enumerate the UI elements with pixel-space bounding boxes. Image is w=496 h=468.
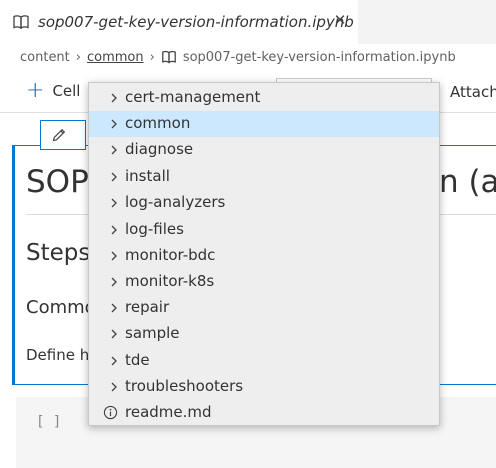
dropdown-item-label: install — [125, 167, 170, 185]
dropdown-item-label: log-analyzers — [125, 193, 226, 211]
add-cell-button[interactable]: + Cell — [26, 80, 80, 102]
add-cell-label: Cell — [52, 82, 81, 100]
tab-title: sop007-get-key-version-information.ipynb — [38, 13, 354, 31]
dropdown-item[interactable]: sample — [89, 321, 439, 347]
dropdown-item[interactable]: monitor-k8s — [89, 269, 439, 295]
dropdown-item-label: readme.md — [125, 403, 212, 421]
chevron-right-icon — [111, 145, 117, 155]
cell-common-heading: Commo — [26, 297, 96, 318]
dropdown-item-label: sample — [125, 324, 180, 342]
breadcrumb-item-file[interactable]: sop007-get-key-version-information.ipynb — [183, 50, 456, 65]
attach-to-label[interactable]: Attach — [450, 83, 496, 101]
cell-heading: SOP — [26, 164, 89, 200]
dropdown-item[interactable]: log-analyzers — [89, 190, 439, 216]
dropdown-item[interactable]: repair — [89, 295, 439, 321]
dropdown-item-label: troubleshooters — [125, 377, 244, 395]
cell-define-text: Define h — [26, 346, 90, 364]
dropdown-item[interactable]: diagnose — [89, 137, 439, 163]
breadcrumb-dropdown: cert-management common diagnose install log-… — [88, 82, 440, 426]
chevron-right-icon — [111, 251, 117, 261]
cell-steps-heading: Steps — [26, 240, 91, 266]
chevron-right-icon — [111, 225, 117, 235]
notebook-icon — [13, 15, 29, 30]
dropdown-item[interactable]: cert-management — [89, 85, 439, 111]
plus-icon: + — [26, 78, 45, 103]
breadcrumb-separator: › — [75, 49, 81, 65]
chevron-right-icon — [111, 93, 117, 103]
chevron-right-icon — [111, 356, 117, 366]
breadcrumb-separator: › — [149, 49, 155, 65]
dropdown-item[interactable]: monitor-bdc — [89, 243, 439, 269]
dropdown-item-label: monitor-k8s — [125, 272, 215, 290]
chevron-right-icon — [111, 172, 117, 182]
breadcrumb-item-common[interactable]: common — [87, 50, 144, 65]
chevron-right-icon — [111, 277, 117, 287]
code-cell-execution-count: [ ] — [36, 414, 62, 430]
tab-notebook[interactable]: sop007-get-key-version-information.ipynb… — [0, 0, 358, 44]
dropdown-item-label: repair — [125, 298, 170, 316]
chevron-right-icon — [111, 119, 117, 129]
dropdown-item[interactable]: troubleshooters — [89, 374, 439, 400]
dropdown-item-label: common — [125, 114, 191, 132]
dropdown-item-label: log-files — [125, 220, 184, 238]
tab-bar: sop007-get-key-version-information.ipynb… — [0, 0, 496, 44]
breadcrumb: content › common › sop007-get-key-versio… — [20, 46, 456, 68]
breadcrumb-item-content[interactable]: content — [20, 50, 70, 65]
pencil-icon — [52, 128, 66, 142]
chevron-right-icon — [111, 198, 117, 208]
chevron-right-icon — [111, 329, 117, 339]
close-icon[interactable]: ✕ — [330, 10, 350, 30]
info-icon — [103, 405, 118, 420]
dropdown-item[interactable]: readme.md — [89, 400, 439, 426]
dropdown-item-label: monitor-bdc — [125, 246, 216, 264]
chevron-right-icon — [111, 382, 117, 392]
edit-cell-button[interactable] — [40, 120, 86, 150]
dropdown-item[interactable]: tde — [89, 348, 439, 374]
dropdown-item[interactable]: common — [89, 111, 439, 137]
dropdown-item-label: diagnose — [125, 140, 194, 158]
notebook-icon — [161, 50, 176, 64]
dropdown-item[interactable]: install — [89, 164, 439, 190]
chevron-right-icon — [111, 303, 117, 313]
dropdown-item-label: cert-management — [125, 88, 261, 106]
dropdown-item-label: tde — [125, 351, 150, 369]
dropdown-item[interactable]: log-files — [89, 217, 439, 243]
